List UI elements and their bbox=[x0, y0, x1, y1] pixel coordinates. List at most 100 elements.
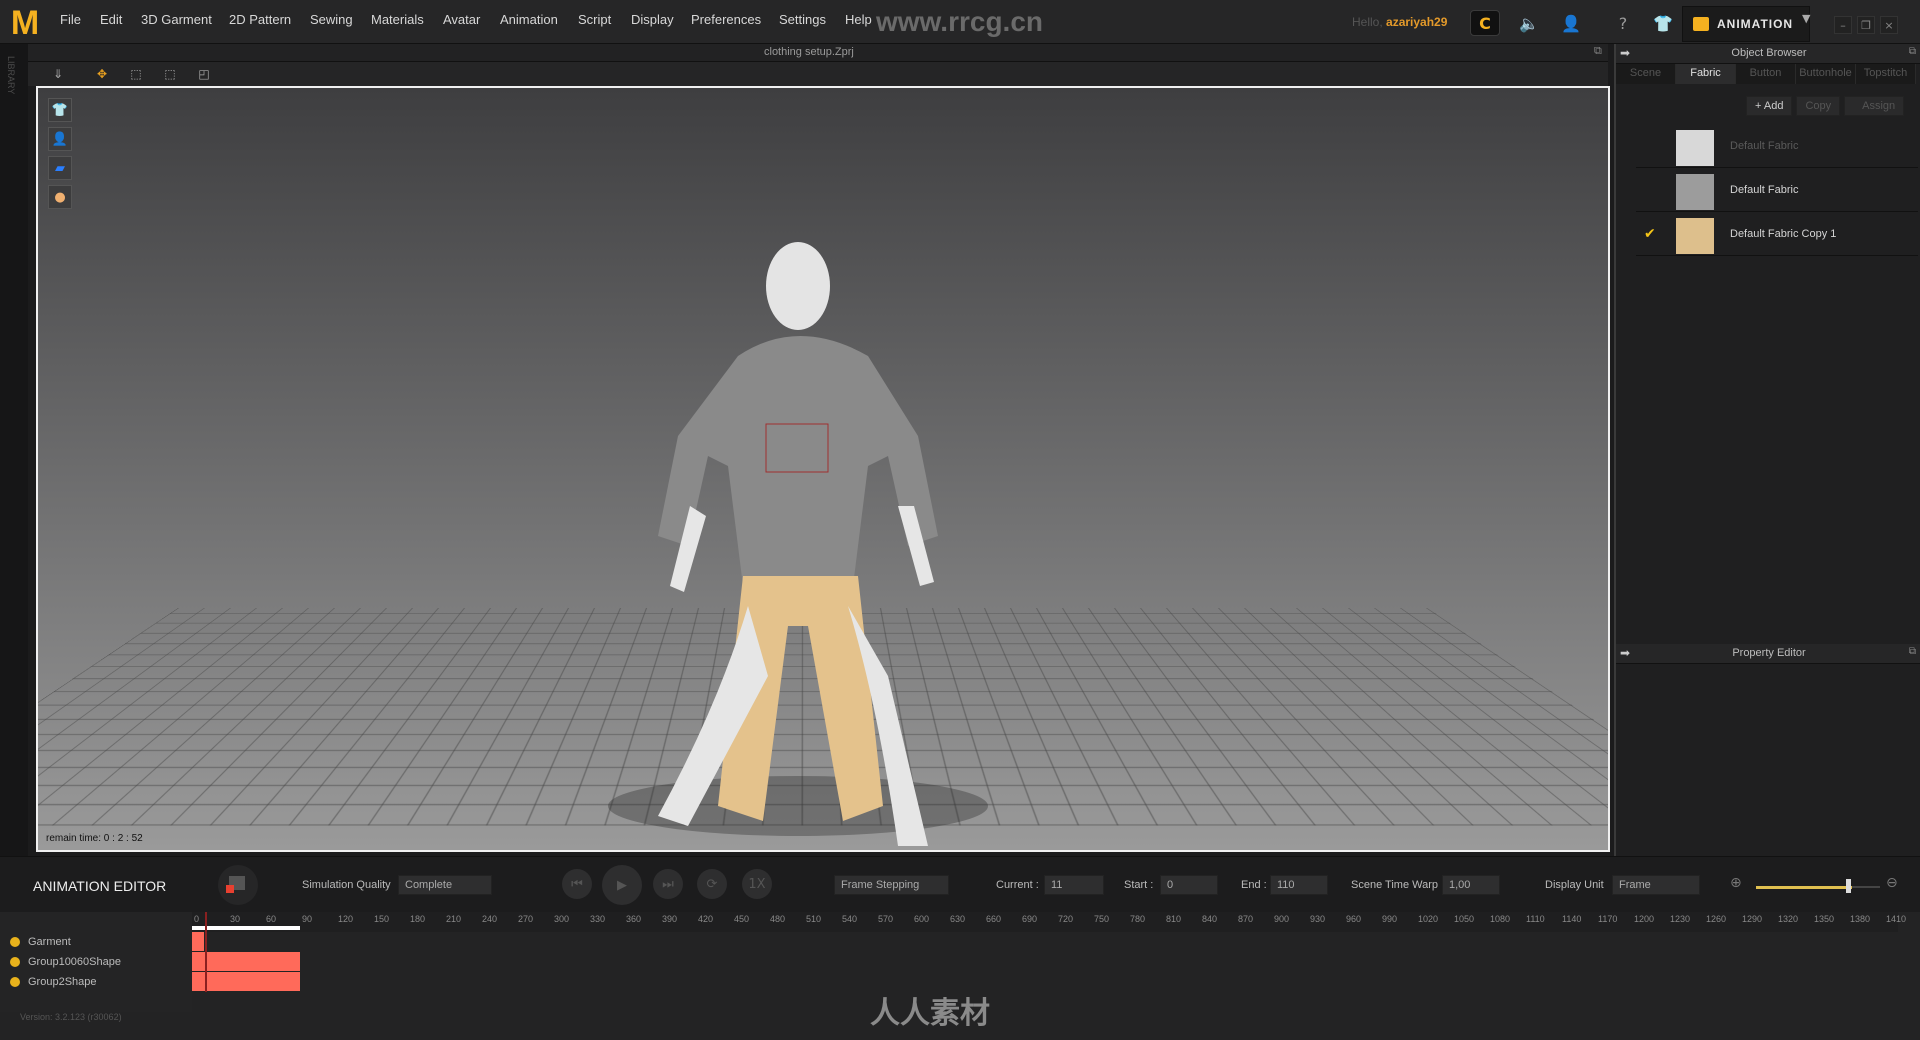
select-box-icon[interactable]: ⬚ bbox=[122, 64, 150, 84]
track-dot-icon bbox=[10, 957, 20, 967]
tab-topstitch[interactable]: Topstitch bbox=[1856, 64, 1916, 84]
speed-button[interactable]: 1X bbox=[742, 869, 772, 899]
track-name: Garment bbox=[28, 936, 71, 948]
start-frame-input[interactable]: 0 bbox=[1160, 875, 1218, 895]
fabric-item[interactable]: Default Fabric bbox=[1636, 168, 1918, 212]
ruler-tick: 690 bbox=[1022, 914, 1038, 924]
show-garment-icon[interactable]: 👕 bbox=[48, 98, 72, 122]
ruler-tick: 1020 bbox=[1418, 914, 1439, 924]
user-greeting: Hello, azariyah29 bbox=[1352, 15, 1447, 29]
ruler-tick: 1290 bbox=[1742, 914, 1763, 924]
property-editor-title: Property Editor bbox=[1732, 647, 1806, 659]
display-unit-select[interactable]: Frame bbox=[1612, 875, 1700, 895]
menu-display[interactable]: Display bbox=[631, 12, 674, 27]
playhead[interactable] bbox=[205, 912, 208, 992]
frame-range-bar bbox=[192, 926, 301, 930]
ruler-tick: 960 bbox=[1346, 914, 1362, 924]
track-row[interactable]: Garment bbox=[0, 932, 192, 952]
track-row[interactable]: Group2Shape bbox=[0, 972, 192, 992]
avatar-figure bbox=[608, 242, 988, 846]
3d-viewport[interactable]: 👕 👤 ▰ ● remain time: 0 : 2 : 52 bbox=[36, 86, 1610, 852]
track-bar[interactable] bbox=[192, 952, 301, 971]
tab-fabric[interactable]: Fabric bbox=[1676, 64, 1736, 84]
record-button[interactable] bbox=[218, 865, 258, 905]
fabric-swatch bbox=[1676, 218, 1714, 254]
ruler-tick: 1320 bbox=[1778, 914, 1799, 924]
help-icon[interactable]: ? bbox=[1610, 12, 1636, 34]
menu-preferences[interactable]: Preferences bbox=[691, 12, 761, 27]
ruler-tick: 90 bbox=[302, 914, 313, 924]
track-row[interactable]: Group10060Shape bbox=[0, 952, 192, 972]
end-frame-input[interactable]: 110 bbox=[1270, 875, 1328, 895]
track-bar[interactable] bbox=[192, 932, 204, 951]
close-button[interactable]: × bbox=[1880, 16, 1898, 34]
tab-button[interactable]: Button bbox=[1736, 64, 1796, 84]
add-fabric-button[interactable]: + Add bbox=[1746, 96, 1793, 116]
ruler-tick: 480 bbox=[770, 914, 786, 924]
fabric-item[interactable]: ✔ Default Fabric Copy 1 bbox=[1636, 212, 1918, 256]
timeline-zoom-thumb[interactable] bbox=[1846, 879, 1851, 893]
ruler-tick: 930 bbox=[1310, 914, 1326, 924]
menu-settings[interactable]: Settings bbox=[779, 12, 826, 27]
version-text: Version: 3.2.123 (r30062) bbox=[20, 1012, 122, 1022]
ruler-tick: 1050 bbox=[1454, 914, 1475, 924]
play-icon[interactable]: ▶ bbox=[602, 865, 642, 905]
current-frame-input[interactable]: 11 bbox=[1044, 875, 1104, 895]
show-avatar-icon[interactable]: 👤 bbox=[48, 127, 72, 151]
copy-fabric-button[interactable]: Copy bbox=[1796, 96, 1841, 116]
menu-animation[interactable]: Animation bbox=[500, 12, 558, 27]
menu-help[interactable]: Help bbox=[845, 12, 872, 27]
garment-add-icon[interactable]: 👕 bbox=[1650, 12, 1676, 34]
menu-file[interactable]: File bbox=[60, 12, 81, 27]
ruler-tick: 300 bbox=[554, 914, 570, 924]
menu-3d-garment[interactable]: 3D Garment bbox=[141, 12, 212, 27]
user-icon[interactable]: 👤 bbox=[1558, 12, 1584, 34]
track-dot-icon bbox=[10, 937, 20, 947]
ruler-tick: 1200 bbox=[1634, 914, 1655, 924]
zoom-in-icon[interactable]: ⊕ bbox=[1730, 875, 1742, 891]
menu-edit[interactable]: Edit bbox=[100, 12, 122, 27]
timeline-zoom-track[interactable] bbox=[1852, 886, 1880, 888]
file-title: clothing setup.Zprj bbox=[764, 46, 854, 58]
ruler-tick: 750 bbox=[1094, 914, 1110, 924]
menu-sewing[interactable]: Sewing bbox=[310, 12, 353, 27]
mode-dropdown-icon[interactable]: ▼ bbox=[1802, 12, 1810, 25]
skip-end-icon[interactable]: ⏭ bbox=[653, 869, 683, 899]
record-dot-icon bbox=[226, 885, 234, 893]
fold-tool-icon[interactable]: ◰ bbox=[190, 64, 218, 84]
fabric-render-icon[interactable]: ▰ bbox=[48, 156, 72, 180]
menu-materials[interactable]: Materials bbox=[371, 12, 424, 27]
time-warp-input[interactable]: 1,00 bbox=[1442, 875, 1500, 895]
mode-switcher[interactable]: ANIMATION bbox=[1682, 6, 1810, 42]
current-label: Current : bbox=[996, 879, 1039, 891]
cloud-icon[interactable]: C bbox=[1470, 10, 1500, 36]
avatar-render-icon[interactable]: ● bbox=[48, 185, 72, 209]
loop-icon[interactable]: ⟳ bbox=[697, 869, 727, 899]
menu-2d-pattern[interactable]: 2D Pattern bbox=[229, 12, 291, 27]
mode-label: ANIMATION bbox=[1717, 17, 1794, 31]
transform-box-icon[interactable]: ⬚ bbox=[156, 64, 184, 84]
minimize-button[interactable]: – bbox=[1834, 16, 1852, 34]
ruler-tick: 0 bbox=[194, 914, 200, 924]
restore-button[interactable]: ❐ bbox=[1857, 16, 1875, 34]
popout-icon[interactable]: ⧉ bbox=[1909, 46, 1916, 57]
popout-icon[interactable]: ⧉ bbox=[1594, 44, 1602, 58]
frame-mode-select[interactable]: Frame Stepping bbox=[834, 875, 949, 895]
tab-scene[interactable]: Scene bbox=[1616, 64, 1676, 84]
tab-buttonhole[interactable]: Buttonhole bbox=[1796, 64, 1856, 84]
menu-avatar[interactable]: Avatar bbox=[443, 12, 480, 27]
sim-quality-select[interactable]: Complete bbox=[398, 875, 492, 895]
simulate-down-icon[interactable]: ⇓ bbox=[44, 64, 72, 84]
skip-start-icon[interactable]: ⏮ bbox=[562, 869, 592, 899]
fabric-item[interactable]: Default Fabric bbox=[1636, 124, 1918, 168]
track-bar[interactable] bbox=[192, 972, 301, 991]
assign-fabric-button[interactable]: Assign bbox=[1844, 96, 1905, 116]
frame-ruler[interactable]: 0 30 60 90 120 150 180 210 240 270 300 330 360 390 420… bbox=[192, 912, 1906, 932]
ruler-tick: 840 bbox=[1202, 914, 1218, 924]
popout-icon[interactable]: ⧉ bbox=[1909, 646, 1916, 657]
zoom-out-icon[interactable]: ⊖ bbox=[1886, 875, 1898, 891]
animation-editor-title: ANIMATION EDITOR bbox=[33, 878, 167, 894]
menu-script[interactable]: Script bbox=[578, 12, 611, 27]
move-tool-icon[interactable]: ✥ bbox=[88, 64, 116, 84]
speaker-icon[interactable]: 🔈 bbox=[1516, 12, 1542, 34]
